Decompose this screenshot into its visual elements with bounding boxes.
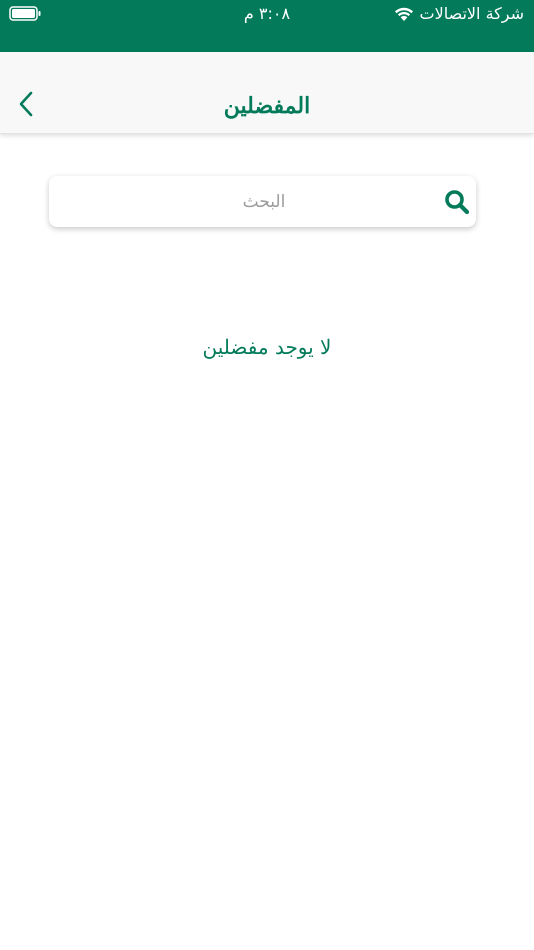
status-bar: ٣:٠٨ م شركة الاتصالات [0, 0, 534, 52]
search-input[interactable] [49, 176, 429, 227]
search-bar [49, 176, 476, 227]
empty-state-message: لا يوجد مفضلين [202, 335, 332, 359]
search-icon[interactable] [444, 189, 470, 215]
navigation-bar: المفضلين [0, 52, 534, 134]
wifi-icon [394, 7, 413, 21]
status-carrier: شركة الاتصالات [394, 4, 524, 24]
page-title: المفضلين [223, 93, 311, 119]
carrier-name: شركة الاتصالات [419, 4, 524, 23]
